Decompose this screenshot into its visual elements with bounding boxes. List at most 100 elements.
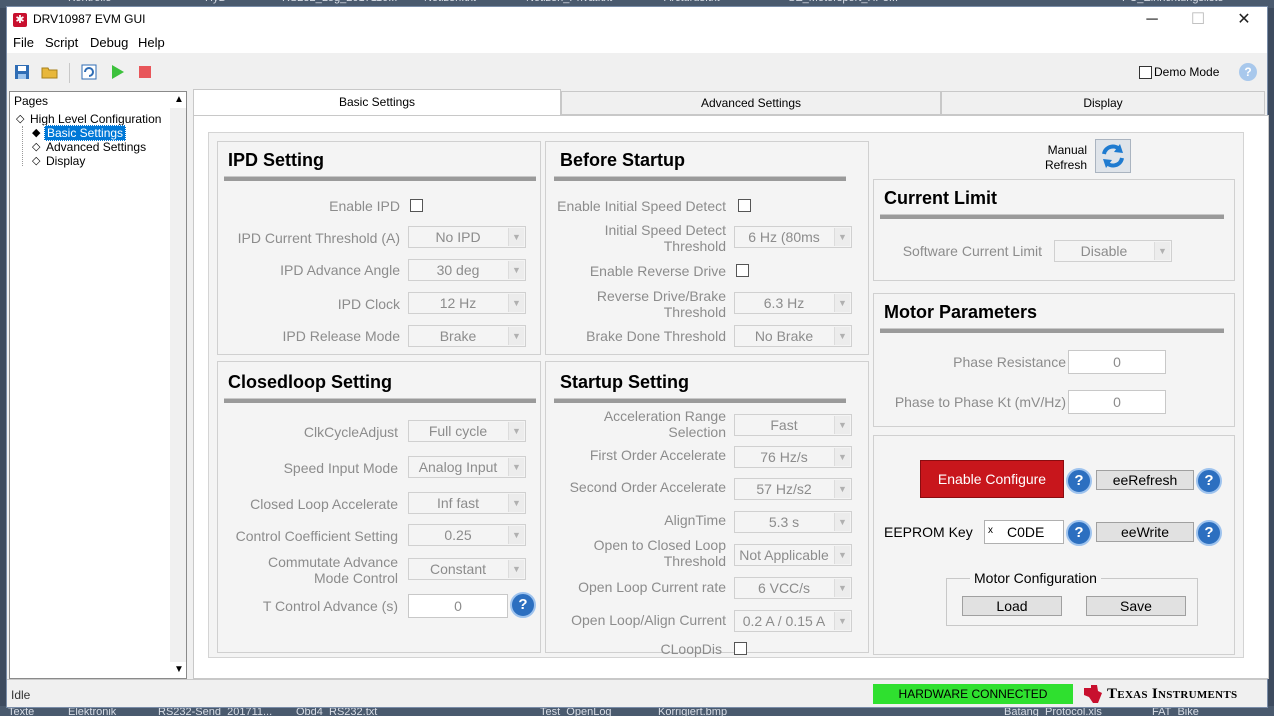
menu-help[interactable]: Help: [138, 35, 165, 50]
chevron-down-icon: ▼: [508, 458, 524, 476]
tab-advanced-settings[interactable]: Advanced Settings: [561, 91, 941, 115]
tab-basic-settings[interactable]: Basic Settings: [193, 89, 561, 115]
enable-initial-speed-checkbox[interactable]: [738, 199, 751, 212]
refresh-script-icon[interactable]: [80, 63, 98, 81]
close-button[interactable]: ✕: [1221, 7, 1267, 33]
initial-speed-threshold-select[interactable]: 6 Hz (80ms ▼: [734, 226, 852, 248]
chevron-down-icon: ▼: [834, 546, 850, 564]
enable-reverse-drive-checkbox[interactable]: [736, 264, 749, 277]
save-icon[interactable]: [13, 63, 31, 81]
tree-item-advanced-settings[interactable]: Advanced Settings: [46, 140, 146, 154]
tab-display[interactable]: Display: [941, 91, 1265, 115]
pages-header: Pages: [14, 94, 49, 108]
chevron-down-icon: ▼: [834, 612, 850, 630]
stop-icon[interactable]: [136, 63, 154, 81]
motor-parameters-group: Motor Parameters Phase Resistance 0 Phas…: [873, 293, 1235, 427]
save-button[interactable]: Save: [1086, 596, 1186, 616]
startup-group: Startup Setting Acceleration Range Selec…: [545, 361, 869, 657]
ipd-release-mode-select[interactable]: Brake ▼: [408, 325, 526, 347]
control-coefficient-select[interactable]: 0.25 ▼: [408, 524, 526, 546]
phase-kt-label: Phase to Phase Kt (mV/Hz): [894, 394, 1066, 410]
ipd-advance-angle-label: IPD Advance Angle: [280, 262, 400, 278]
align-time-select[interactable]: 5.3 s ▼: [734, 511, 852, 533]
commutate-advance-select[interactable]: Constant ▼: [408, 558, 526, 580]
chevron-down-icon: ▼: [834, 228, 850, 246]
scroll-down-icon[interactable]: ▼: [174, 664, 184, 675]
menu-file[interactable]: File: [13, 35, 34, 50]
scroll-up-icon[interactable]: ▲: [174, 94, 184, 105]
manual-refresh-label: Manual Refresh: [1044, 143, 1087, 172]
ipd-current-threshold-select[interactable]: No IPD ▼: [408, 226, 526, 248]
ipd-clock-select[interactable]: 12 Hz ▼: [408, 292, 526, 314]
open-to-closed-loop-label: Open to Closed Loop Threshold: [593, 537, 726, 569]
desktop-icon-label: Notizen.txt: [424, 0, 476, 4]
acceleration-range-select[interactable]: Fast ▼: [734, 414, 852, 436]
open-folder-icon[interactable]: [41, 63, 59, 81]
first-order-accelerate-select[interactable]: 76 Hz/s ▼: [734, 446, 852, 468]
phase-resistance-input[interactable]: 0: [1068, 350, 1166, 374]
enable-configure-button[interactable]: Enable Configure: [920, 460, 1064, 498]
control-coefficient-label: Control Coefficient Setting: [235, 528, 398, 544]
toolbar-separator: [69, 63, 70, 83]
acceleration-range-label: Acceleration Range Selection: [603, 408, 726, 440]
software-current-limit-select[interactable]: Disable ▼: [1054, 240, 1172, 262]
help-icon[interactable]: ?: [1239, 63, 1257, 81]
clk-cycle-adjust-select[interactable]: Full cycle ▼: [408, 420, 526, 442]
help-icon[interactable]: ?: [510, 592, 536, 618]
enable-ipd-label: Enable IPD: [329, 198, 400, 214]
before-startup-title-rule: [554, 176, 846, 181]
diamond-filled-icon: ◆: [32, 127, 41, 139]
startup-title-rule: [554, 398, 846, 403]
eeprom-key-input[interactable]: x C0DE: [984, 520, 1064, 544]
open-loop-current-rate-select[interactable]: 6 VCC/s ▼: [734, 577, 852, 599]
help-icon[interactable]: ?: [1066, 468, 1092, 494]
maximize-button[interactable]: ☐: [1175, 7, 1221, 33]
minimize-button[interactable]: ─: [1129, 7, 1175, 33]
enable-ipd-checkbox[interactable]: [410, 199, 423, 212]
second-order-accelerate-select[interactable]: 57 Hz/s2 ▼: [734, 478, 852, 500]
ipd-group: IPD Setting Enable IPD IPD Current Thres…: [217, 141, 541, 355]
ipd-release-mode-label: IPD Release Mode: [282, 328, 400, 344]
help-icon[interactable]: ?: [1196, 520, 1222, 546]
chevron-down-icon: ▼: [834, 294, 850, 312]
ti-logo-text: Texas Instruments: [1107, 686, 1238, 702]
reverse-drive-threshold-select[interactable]: 6.3 Hz ▼: [734, 292, 852, 314]
run-icon[interactable]: [108, 63, 126, 81]
phase-kt-input[interactable]: 0: [1068, 390, 1166, 414]
pages-scrollbar[interactable]: [170, 108, 186, 662]
reverse-drive-threshold-label: Reverse Drive/Brake Threshold: [596, 288, 726, 320]
t-control-advance-input[interactable]: 0: [408, 594, 508, 618]
brake-done-threshold-select[interactable]: No Brake ▼: [734, 325, 852, 347]
menu-debug[interactable]: Debug: [90, 35, 128, 50]
tree-item-display[interactable]: Display: [46, 154, 85, 168]
tree-item-basic-settings[interactable]: Basic Settings: [44, 125, 127, 141]
speed-input-mode-select[interactable]: Analog Input ▼: [408, 456, 526, 478]
phase-resistance-label: Phase Resistance: [953, 354, 1066, 370]
ipd-title-rule: [224, 176, 536, 181]
ti-logo-icon: ✱: [13, 13, 27, 27]
load-button[interactable]: Load: [962, 596, 1062, 616]
chevron-down-icon: ▼: [834, 327, 850, 345]
menu-script[interactable]: Script: [45, 35, 78, 50]
ee-refresh-button[interactable]: eeRefresh: [1096, 470, 1194, 490]
help-icon[interactable]: ?: [1196, 468, 1222, 494]
ipd-advance-angle-select[interactable]: 30 deg ▼: [408, 259, 526, 281]
chevron-down-icon: ▼: [834, 448, 850, 466]
commutate-advance-label: Commutate Advance Mode Control: [268, 554, 398, 586]
manual-refresh-button[interactable]: [1095, 139, 1131, 173]
open-loop-align-current-select[interactable]: 0.2 A / 0.15 A ▼: [734, 610, 852, 632]
tree-item-root[interactable]: High Level Configuration: [30, 112, 161, 126]
closedloop-group: Closedloop Setting ClkCycleAdjust Full c…: [217, 361, 541, 653]
closed-loop-accelerate-select[interactable]: Inf fast ▼: [408, 492, 526, 514]
open-to-closed-loop-select[interactable]: Not Applicable ▼: [734, 544, 852, 566]
demo-mode-checkbox[interactable]: [1139, 66, 1152, 79]
cloopdis-checkbox[interactable]: [734, 642, 747, 655]
second-order-accelerate-label: Second Order Accelerate: [569, 479, 726, 495]
help-icon[interactable]: ?: [1066, 520, 1092, 546]
eeprom-key-value: C0DE: [1007, 524, 1045, 540]
motor-parameters-title-rule: [880, 328, 1224, 333]
ee-write-button[interactable]: eeWrite: [1096, 522, 1194, 542]
desktop-icon-label: Arcturus.txt: [664, 0, 720, 4]
ipd-clock-label: IPD Clock: [337, 296, 400, 312]
chevron-down-icon: ▼: [1154, 242, 1170, 260]
